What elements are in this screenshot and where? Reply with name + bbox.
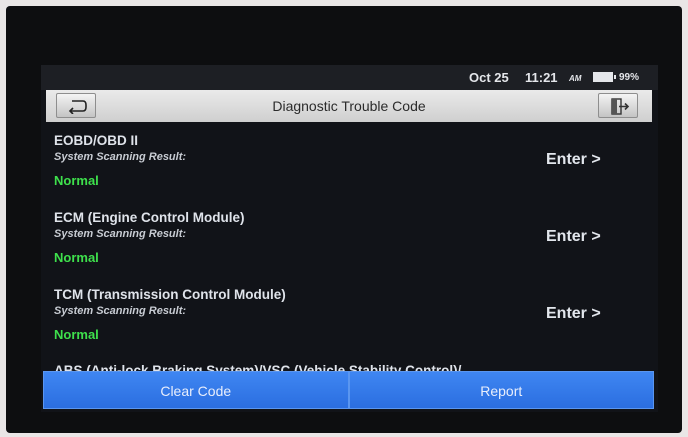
scan-result-label: System Scanning Result:: [54, 228, 187, 240]
enter-button[interactable]: Enter >: [546, 305, 601, 323]
page-title: Diagnostic Trouble Code: [272, 98, 426, 114]
clear-code-button[interactable]: Clear Code: [43, 371, 349, 409]
report-button[interactable]: Report: [348, 371, 654, 409]
battery-percent: 99%: [619, 72, 640, 83]
exit-button[interactable]: [598, 93, 638, 118]
scan-result-label: System Scanning Result:: [54, 305, 187, 317]
status-ampm: AM: [569, 74, 582, 83]
module-name: TCM (Transmission Control Module): [54, 287, 286, 302]
enter-button[interactable]: Enter >: [546, 151, 601, 169]
enter-button[interactable]: Enter >: [546, 228, 601, 246]
status-date: Oct 25: [469, 70, 509, 85]
module-list: EOBD/OBD II System Scanning Result: Norm…: [41, 127, 658, 378]
list-item[interactable]: EOBD/OBD II System Scanning Result: Norm…: [41, 127, 658, 204]
status-time: 11:21: [525, 70, 558, 85]
exit-icon: [611, 98, 630, 115]
title-bar: Diagnostic Trouble Code: [46, 90, 652, 122]
screen: Oct 25 11:21 AM 99% Diagnostic Trouble C…: [41, 65, 658, 412]
status-text: Normal: [54, 173, 99, 188]
status-text: Normal: [54, 327, 99, 342]
scan-result-label: System Scanning Result:: [54, 151, 187, 163]
module-name: EOBD/OBD II: [54, 133, 139, 148]
bottom-action-bar: Clear Code Report: [43, 371, 654, 409]
list-item[interactable]: ECM (Engine Control Module) System Scann…: [41, 204, 658, 281]
module-name: ECM (Engine Control Module): [54, 210, 245, 225]
list-item[interactable]: TCM (Transmission Control Module) System…: [41, 281, 658, 358]
status-text: Normal: [54, 250, 99, 265]
battery-icon: [593, 72, 616, 82]
status-bar: Oct 25 11:21 AM 99%: [41, 65, 658, 90]
